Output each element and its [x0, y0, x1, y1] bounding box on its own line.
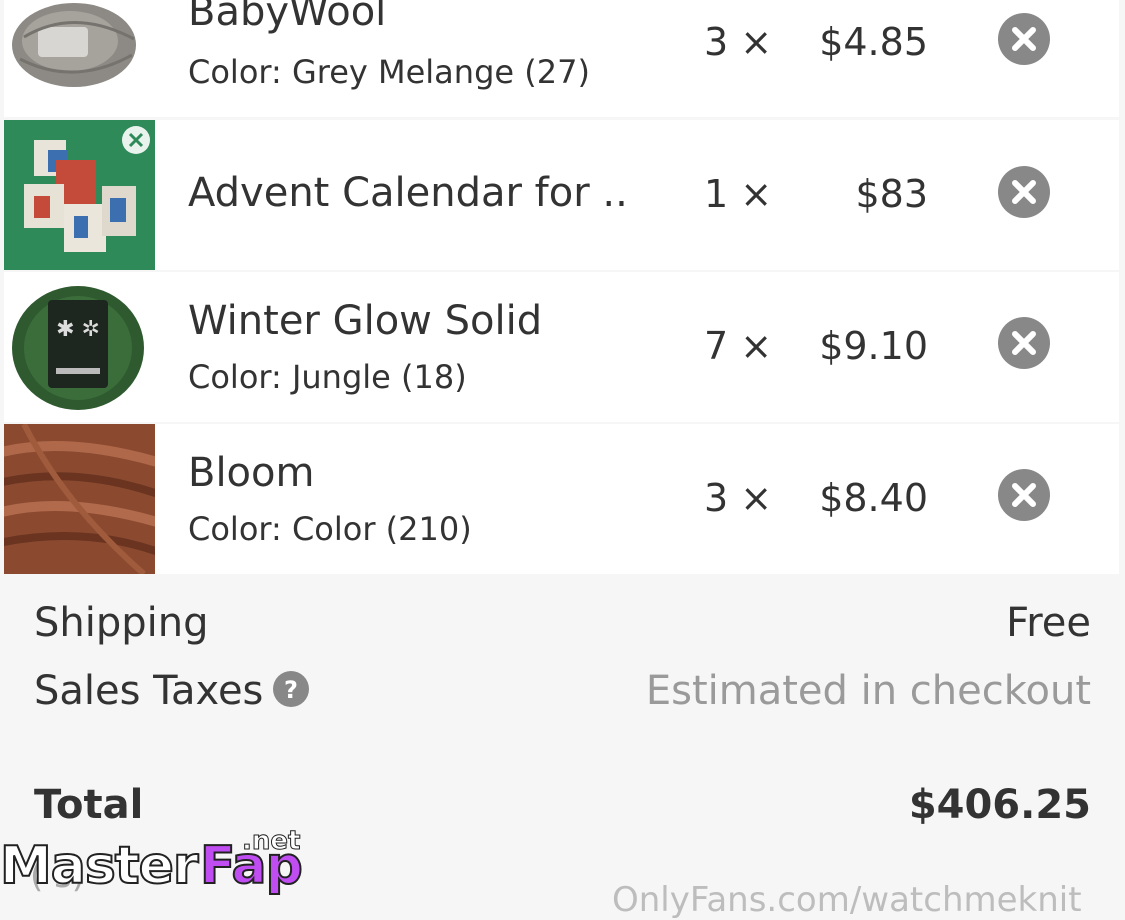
shipping-label: Shipping: [34, 600, 209, 646]
item-name[interactable]: BabyWool: [188, 0, 386, 35]
item-quantity: 7 ×: [704, 324, 773, 368]
product-thumbnail-winter-glow[interactable]: ✱ ✲: [4, 272, 155, 422]
item-variant: Color: Color (210): [188, 510, 472, 548]
product-thumbnail-bloom[interactable]: [4, 424, 155, 574]
sales-taxes-value: Estimated in checkout: [645, 668, 1091, 714]
product-thumbnail-advent-calendar[interactable]: [4, 120, 155, 270]
cart-item: BabyWool Color: Grey Melange (27) 3 × $4…: [4, 0, 1119, 117]
watermark-part3: .net: [241, 826, 301, 857]
sales-taxes-label: Sales Taxes: [34, 668, 264, 714]
sales-taxes-row: Sales Taxes?: [34, 668, 310, 714]
item-quantity: 3 ×: [704, 476, 773, 520]
item-variant: Color: Jungle (18): [188, 358, 467, 396]
item-price: $8.40: [819, 476, 928, 520]
item-price: $83: [855, 172, 928, 216]
item-name[interactable]: Winter Glow Solid: [188, 298, 542, 344]
svg-text:✱ ✲: ✱ ✲: [56, 317, 100, 342]
product-thumbnail-babywool[interactable]: [4, 0, 155, 117]
svg-text:?: ?: [284, 676, 298, 704]
question-circle-icon[interactable]: ?: [273, 671, 310, 707]
remove-item-button[interactable]: [998, 469, 1050, 521]
shipping-value: Free: [1006, 600, 1091, 646]
footer-url: OnlyFans.com/watchmeknit: [612, 880, 1082, 920]
close-icon: [1012, 483, 1036, 507]
close-icon: [1012, 27, 1036, 51]
close-icon: [1012, 180, 1036, 204]
watermark-part1: Master: [0, 835, 200, 897]
total-label: Total: [34, 782, 144, 828]
cart-item: ✱ ✲ Winter Glow Solid Color: Jungle (18)…: [4, 272, 1119, 422]
item-name[interactable]: Bloom: [188, 450, 314, 496]
remove-item-button[interactable]: [998, 317, 1050, 369]
item-quantity: 1 ×: [704, 172, 773, 216]
item-price: $9.10: [819, 324, 928, 368]
item-variant: Color: Grey Melange (27): [188, 53, 590, 91]
item-price: $4.85: [819, 20, 928, 64]
close-icon: [1012, 331, 1036, 355]
remove-item-button[interactable]: [998, 166, 1050, 218]
cart-item: Bloom Color: Color (210) 3 × $8.40: [4, 424, 1119, 574]
cart-item: Advent Calendar for .. 1 × $83: [4, 120, 1119, 270]
item-quantity: 3 ×: [704, 20, 773, 64]
item-name[interactable]: Advent Calendar for ..: [188, 170, 628, 216]
watermark-logo: Master Fap .net: [0, 826, 320, 904]
remove-item-button[interactable]: [998, 13, 1050, 65]
total-value: $406.25: [908, 782, 1091, 828]
